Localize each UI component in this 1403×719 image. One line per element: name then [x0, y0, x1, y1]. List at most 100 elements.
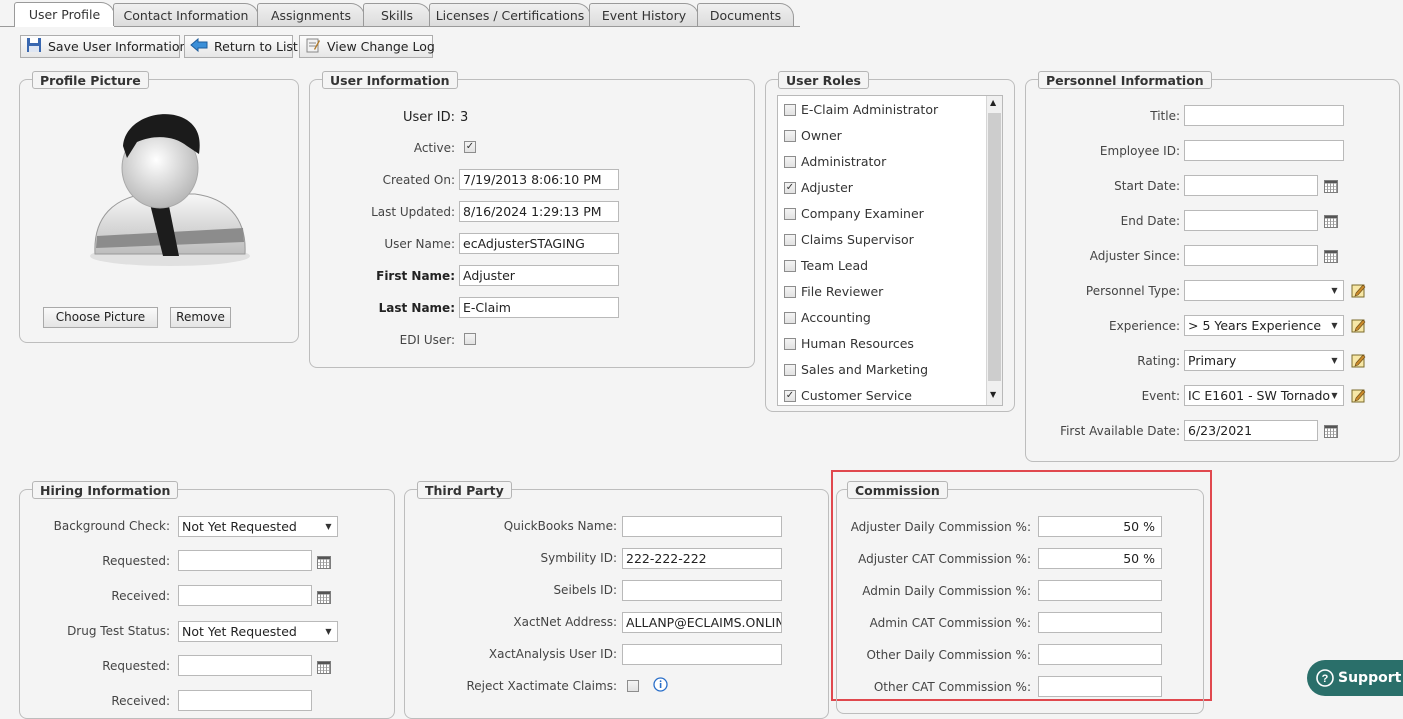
- role-checkbox[interactable]: [784, 338, 796, 350]
- chevron-down-icon: ▼: [1331, 286, 1338, 295]
- event-label: Event:: [1141, 389, 1180, 403]
- background-check-select[interactable]: Not Yet Requested ▼: [178, 516, 338, 537]
- commission-panel: Commission Adjuster Daily Commission %: …: [836, 481, 1204, 714]
- user-information-panel: User Information User ID: 3 Active: ✓ Cr…: [309, 71, 755, 368]
- info-icon[interactable]: [653, 677, 668, 692]
- event-select[interactable]: IC E1601 - SW Tornado ▼: [1184, 385, 1344, 406]
- chevron-down-icon: ▼: [325, 627, 332, 636]
- tab-contact-information[interactable]: Contact Information: [113, 3, 259, 26]
- experience-select[interactable]: > 5 Years Experience ▼: [1184, 315, 1344, 336]
- other-cat-commission-field[interactable]: [1038, 676, 1162, 697]
- active-checkbox[interactable]: ✓: [464, 141, 476, 153]
- created-on-label: Created On:: [382, 173, 455, 187]
- last-updated-field[interactable]: 8/16/2024 1:29:13 PM: [459, 201, 619, 222]
- first-name-field[interactable]: Adjuster: [459, 265, 619, 286]
- roles-list[interactable]: E-Claim Administrator Owner Administrato…: [777, 95, 1003, 406]
- edit-icon[interactable]: [1351, 388, 1366, 403]
- background-requested-field[interactable]: [178, 550, 312, 571]
- user-roles-legend: User Roles: [778, 71, 869, 89]
- adjuster-since-field[interactable]: [1184, 245, 1318, 266]
- third-party-panel: Third Party QuickBooks Name: Symbility I…: [404, 481, 829, 719]
- xactnet-address-field[interactable]: ALLANP@ECLAIMS.ONLINE.T: [622, 612, 782, 633]
- edit-icon[interactable]: [1351, 353, 1366, 368]
- choose-picture-button[interactable]: Choose Picture: [43, 307, 158, 328]
- calendar-icon[interactable]: [317, 591, 331, 604]
- seibels-id-field[interactable]: [622, 580, 782, 601]
- role-checkbox[interactable]: [784, 234, 796, 246]
- tab-user-profile[interactable]: User Profile: [14, 2, 115, 27]
- background-received-field[interactable]: [178, 585, 312, 606]
- admin-daily-commission-label: Admin Daily Commission %:: [862, 584, 1031, 598]
- return-to-list-button[interactable]: Return to List: [184, 35, 298, 58]
- title-field[interactable]: [1184, 105, 1344, 126]
- xactanalysis-user-id-field[interactable]: [622, 644, 782, 665]
- quickbooks-name-label: QuickBooks Name:: [503, 519, 617, 533]
- created-on-field[interactable]: 7/19/2013 8:06:10 PM: [459, 169, 619, 190]
- reject-xactimate-checkbox[interactable]: [627, 680, 639, 692]
- admin-daily-commission-field[interactable]: [1038, 580, 1162, 601]
- symbility-id-field[interactable]: 222-222-222: [622, 548, 782, 569]
- user-name-field[interactable]: ecAdjusterSTAGING: [459, 233, 619, 254]
- other-daily-commission-field[interactable]: [1038, 644, 1162, 665]
- end-date-field[interactable]: [1184, 210, 1318, 231]
- return-to-list-label: Return to List: [214, 39, 298, 54]
- scroll-thumb[interactable]: [988, 113, 1001, 381]
- role-checkbox[interactable]: [784, 208, 796, 220]
- drug-requested-field[interactable]: [178, 655, 312, 676]
- received-label: Received:: [111, 589, 170, 603]
- edit-icon[interactable]: [1351, 283, 1366, 298]
- employee-id-field[interactable]: [1184, 140, 1344, 161]
- scroll-down-icon[interactable]: ▼: [990, 390, 996, 399]
- save-user-button[interactable]: Save User Information: [20, 35, 187, 58]
- admin-cat-commission-field[interactable]: [1038, 612, 1162, 633]
- role-checkbox[interactable]: ✓: [784, 390, 796, 402]
- support-button[interactable]: ? Support: [1307, 660, 1403, 696]
- tab-documents[interactable]: Documents: [697, 3, 794, 26]
- tab-event-history[interactable]: Event History: [589, 3, 699, 26]
- calendar-icon[interactable]: [317, 556, 331, 569]
- calendar-icon[interactable]: [1324, 250, 1338, 263]
- avatar: [75, 106, 265, 271]
- experience-value: > 5 Years Experience: [1188, 318, 1322, 333]
- start-date-field[interactable]: [1184, 175, 1318, 196]
- background-check-value: Not Yet Requested: [182, 519, 297, 534]
- tab-licenses[interactable]: Licenses / Certifications: [429, 3, 591, 26]
- role-checkbox[interactable]: [784, 156, 796, 168]
- role-checkbox[interactable]: ✓: [784, 182, 796, 194]
- calendar-icon[interactable]: [1324, 425, 1338, 438]
- scroll-up-icon[interactable]: ▲: [990, 98, 996, 107]
- role-label: Accounting: [801, 310, 871, 325]
- employee-id-label: Employee ID:: [1099, 144, 1180, 158]
- role-checkbox[interactable]: [784, 312, 796, 324]
- view-change-log-button[interactable]: View Change Log: [299, 35, 435, 58]
- experience-label: Experience:: [1109, 319, 1180, 333]
- xactanalysis-user-id-label: XactAnalysis User ID:: [488, 647, 617, 661]
- personnel-type-label: Personnel Type:: [1085, 284, 1180, 298]
- rating-select[interactable]: Primary ▼: [1184, 350, 1344, 371]
- adjuster-cat-commission-field[interactable]: 50 %: [1038, 548, 1162, 569]
- calendar-icon[interactable]: [1324, 180, 1338, 193]
- edit-icon[interactable]: [1351, 318, 1366, 333]
- role-checkbox[interactable]: [784, 260, 796, 272]
- tab-assignments[interactable]: Assignments: [257, 3, 365, 26]
- last-name-field[interactable]: E-Claim: [459, 297, 619, 318]
- personnel-type-select[interactable]: ▼: [1184, 280, 1344, 301]
- received-label: Received:: [111, 694, 170, 708]
- calendar-icon[interactable]: [1324, 215, 1338, 228]
- role-checkbox[interactable]: [784, 286, 796, 298]
- tab-skills[interactable]: Skills: [363, 3, 431, 26]
- role-label: Company Examiner: [801, 206, 924, 221]
- roles-scrollbar[interactable]: ▲ ▼: [986, 96, 1002, 405]
- edi-user-checkbox[interactable]: [464, 333, 476, 345]
- drug-test-status-select[interactable]: Not Yet Requested ▼: [178, 621, 338, 642]
- role-checkbox[interactable]: [784, 104, 796, 116]
- commission-legend: Commission: [847, 481, 948, 499]
- adjuster-daily-commission-label: Adjuster Daily Commission %:: [850, 520, 1031, 534]
- adjuster-daily-commission-field[interactable]: 50 %: [1038, 516, 1162, 537]
- first-available-field[interactable]: 6/23/2021: [1184, 420, 1318, 441]
- remove-picture-button[interactable]: Remove: [170, 307, 231, 328]
- role-checkbox[interactable]: [784, 364, 796, 376]
- calendar-icon[interactable]: [317, 661, 331, 674]
- quickbooks-name-field[interactable]: [622, 516, 782, 537]
- role-checkbox[interactable]: [784, 130, 796, 142]
